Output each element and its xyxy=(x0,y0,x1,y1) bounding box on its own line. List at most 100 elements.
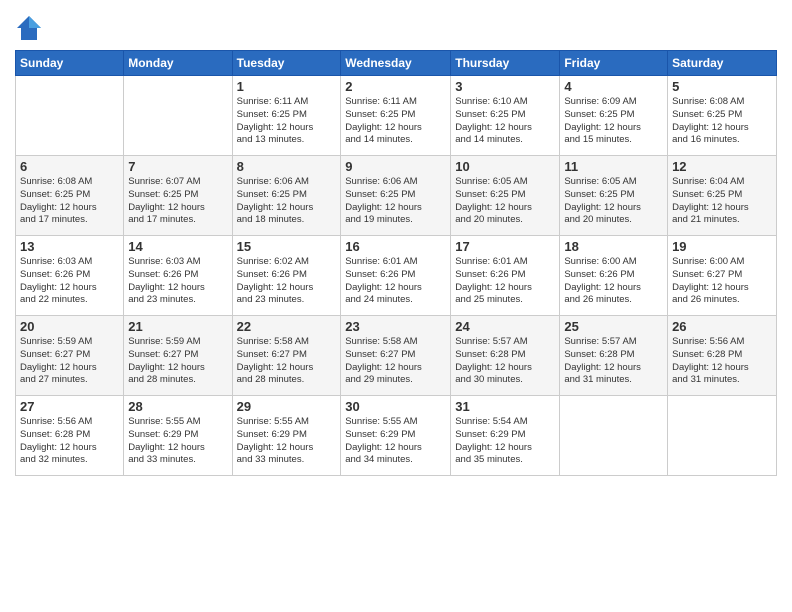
day-number: 17 xyxy=(455,239,555,254)
day-number: 2 xyxy=(345,79,446,94)
day-info: Sunrise: 6:06 AMSunset: 6:25 PMDaylight:… xyxy=(237,176,337,227)
day-number: 7 xyxy=(128,159,227,174)
day-number: 12 xyxy=(672,159,772,174)
day-info: Sunrise: 5:56 AMSunset: 6:28 PMDaylight:… xyxy=(20,416,119,467)
day-info: Sunrise: 6:11 AMSunset: 6:25 PMDaylight:… xyxy=(345,96,446,147)
calendar-cell: 31 Sunrise: 5:54 AMSunset: 6:29 PMDayligh… xyxy=(451,396,560,476)
calendar-cell: 12 Sunrise: 6:04 AMSunset: 6:25 PMDayligh… xyxy=(668,156,777,236)
logo-icon xyxy=(15,14,43,42)
day-number: 1 xyxy=(237,79,337,94)
day-number: 15 xyxy=(237,239,337,254)
day-info: Sunrise: 6:09 AMSunset: 6:25 PMDaylight:… xyxy=(564,96,663,147)
day-number: 3 xyxy=(455,79,555,94)
day-info: Sunrise: 6:08 AMSunset: 6:25 PMDaylight:… xyxy=(20,176,119,227)
day-number: 4 xyxy=(564,79,663,94)
calendar-cell: 30 Sunrise: 5:55 AMSunset: 6:29 PMDayligh… xyxy=(341,396,451,476)
calendar-cell: 7 Sunrise: 6:07 AMSunset: 6:25 PMDaylight… xyxy=(124,156,232,236)
calendar-weekday-tuesday: Tuesday xyxy=(232,51,341,76)
day-info: Sunrise: 6:00 AMSunset: 6:26 PMDaylight:… xyxy=(564,256,663,307)
calendar-cell: 21 Sunrise: 5:59 AMSunset: 6:27 PMDayligh… xyxy=(124,316,232,396)
day-info: Sunrise: 6:05 AMSunset: 6:25 PMDaylight:… xyxy=(455,176,555,227)
day-info: Sunrise: 5:59 AMSunset: 6:27 PMDaylight:… xyxy=(20,336,119,387)
page: SundayMondayTuesdayWednesdayThursdayFrid… xyxy=(0,0,792,612)
calendar-cell: 27 Sunrise: 5:56 AMSunset: 6:28 PMDayligh… xyxy=(16,396,124,476)
day-info: Sunrise: 6:10 AMSunset: 6:25 PMDaylight:… xyxy=(455,96,555,147)
logo xyxy=(15,14,45,42)
calendar-cell: 15 Sunrise: 6:02 AMSunset: 6:26 PMDayligh… xyxy=(232,236,341,316)
calendar-cell xyxy=(16,76,124,156)
day-info: Sunrise: 6:02 AMSunset: 6:26 PMDaylight:… xyxy=(237,256,337,307)
calendar-cell xyxy=(668,396,777,476)
day-info: Sunrise: 6:04 AMSunset: 6:25 PMDaylight:… xyxy=(672,176,772,227)
calendar-header-row: SundayMondayTuesdayWednesdayThursdayFrid… xyxy=(16,51,777,76)
calendar-cell: 3 Sunrise: 6:10 AMSunset: 6:25 PMDaylight… xyxy=(451,76,560,156)
day-info: Sunrise: 6:11 AMSunset: 6:25 PMDaylight:… xyxy=(237,96,337,147)
day-info: Sunrise: 5:57 AMSunset: 6:28 PMDaylight:… xyxy=(455,336,555,387)
calendar-cell: 28 Sunrise: 5:55 AMSunset: 6:29 PMDayligh… xyxy=(124,396,232,476)
day-number: 21 xyxy=(128,319,227,334)
day-info: Sunrise: 5:55 AMSunset: 6:29 PMDaylight:… xyxy=(345,416,446,467)
calendar-cell: 13Sunrise: 6:03 AMSunset: 6:26 PMDayligh… xyxy=(16,236,124,316)
day-number: 24 xyxy=(455,319,555,334)
day-number: 8 xyxy=(237,159,337,174)
day-info: Sunrise: 6:07 AMSunset: 6:25 PMDaylight:… xyxy=(128,176,227,227)
day-info: Sunrise: 6:05 AMSunset: 6:25 PMDaylight:… xyxy=(564,176,663,227)
calendar-weekday-monday: Monday xyxy=(124,51,232,76)
day-info: Sunrise: 6:03 AMSunset: 6:26 PMDaylight:… xyxy=(128,256,227,307)
calendar-cell: 20 Sunrise: 5:59 AMSunset: 6:27 PMDayligh… xyxy=(16,316,124,396)
day-number: 19 xyxy=(672,239,772,254)
day-number: 20 xyxy=(20,319,119,334)
day-number: 27 xyxy=(20,399,119,414)
day-info: Sunrise: 5:58 AMSunset: 6:27 PMDaylight:… xyxy=(237,336,337,387)
day-number: 14 xyxy=(128,239,227,254)
calendar-cell: 11 Sunrise: 6:05 AMSunset: 6:25 PMDayligh… xyxy=(560,156,668,236)
day-number: 25 xyxy=(564,319,663,334)
calendar-cell: 10 Sunrise: 6:05 AMSunset: 6:25 PMDayligh… xyxy=(451,156,560,236)
day-number: 6 xyxy=(20,159,119,174)
day-info: Sunrise: 6:06 AMSunset: 6:25 PMDaylight:… xyxy=(345,176,446,227)
day-number: 22 xyxy=(237,319,337,334)
day-number: 11 xyxy=(564,159,663,174)
day-number: 28 xyxy=(128,399,227,414)
header xyxy=(15,10,777,42)
calendar-cell: 4 Sunrise: 6:09 AMSunset: 6:25 PMDaylight… xyxy=(560,76,668,156)
day-info: Sunrise: 6:01 AMSunset: 6:26 PMDaylight:… xyxy=(345,256,446,307)
day-number: 10 xyxy=(455,159,555,174)
calendar-cell: 18Sunrise: 6:00 AMSunset: 6:26 PMDayligh… xyxy=(560,236,668,316)
day-number: 16 xyxy=(345,239,446,254)
calendar-cell: 8 Sunrise: 6:06 AMSunset: 6:25 PMDaylight… xyxy=(232,156,341,236)
calendar-weekday-thursday: Thursday xyxy=(451,51,560,76)
calendar-week-row: 1 Sunrise: 6:11 AMSunset: 6:25 PMDaylight… xyxy=(16,76,777,156)
calendar-weekday-wednesday: Wednesday xyxy=(341,51,451,76)
day-number: 31 xyxy=(455,399,555,414)
calendar-cell xyxy=(124,76,232,156)
day-info: Sunrise: 5:59 AMSunset: 6:27 PMDaylight:… xyxy=(128,336,227,387)
day-info: Sunrise: 6:00 AMSunset: 6:27 PMDaylight:… xyxy=(672,256,772,307)
day-info: Sunrise: 5:56 AMSunset: 6:28 PMDaylight:… xyxy=(672,336,772,387)
day-number: 29 xyxy=(237,399,337,414)
calendar-cell: 5Sunrise: 6:08 AMSunset: 6:25 PMDaylight… xyxy=(668,76,777,156)
calendar-cell: 29 Sunrise: 5:55 AMSunset: 6:29 PMDayligh… xyxy=(232,396,341,476)
day-info: Sunrise: 6:01 AMSunset: 6:26 PMDaylight:… xyxy=(455,256,555,307)
day-number: 5 xyxy=(672,79,772,94)
calendar-cell: 19 Sunrise: 6:00 AMSunset: 6:27 PMDayligh… xyxy=(668,236,777,316)
day-number: 30 xyxy=(345,399,446,414)
calendar-cell: 14 Sunrise: 6:03 AMSunset: 6:26 PMDayligh… xyxy=(124,236,232,316)
calendar-week-row: 27 Sunrise: 5:56 AMSunset: 6:28 PMDayligh… xyxy=(16,396,777,476)
calendar-cell: 26Sunrise: 5:56 AMSunset: 6:28 PMDayligh… xyxy=(668,316,777,396)
calendar-cell: 16 Sunrise: 6:01 AMSunset: 6:26 PMDayligh… xyxy=(341,236,451,316)
day-info: Sunrise: 5:55 AMSunset: 6:29 PMDaylight:… xyxy=(128,416,227,467)
calendar-cell: 6 Sunrise: 6:08 AMSunset: 6:25 PMDaylight… xyxy=(16,156,124,236)
day-number: 9 xyxy=(345,159,446,174)
calendar-week-row: 6 Sunrise: 6:08 AMSunset: 6:25 PMDaylight… xyxy=(16,156,777,236)
calendar-cell xyxy=(560,396,668,476)
day-info: Sunrise: 5:55 AMSunset: 6:29 PMDaylight:… xyxy=(237,416,337,467)
calendar-cell: 1 Sunrise: 6:11 AMSunset: 6:25 PMDaylight… xyxy=(232,76,341,156)
calendar-week-row: 20 Sunrise: 5:59 AMSunset: 6:27 PMDayligh… xyxy=(16,316,777,396)
calendar-cell: 17 Sunrise: 6:01 AMSunset: 6:26 PMDayligh… xyxy=(451,236,560,316)
calendar-weekday-saturday: Saturday xyxy=(668,51,777,76)
calendar-cell: 22 Sunrise: 5:58 AMSunset: 6:27 PMDayligh… xyxy=(232,316,341,396)
day-info: Sunrise: 5:54 AMSunset: 6:29 PMDaylight:… xyxy=(455,416,555,467)
day-number: 23 xyxy=(345,319,446,334)
calendar-week-row: 13Sunrise: 6:03 AMSunset: 6:26 PMDayligh… xyxy=(16,236,777,316)
